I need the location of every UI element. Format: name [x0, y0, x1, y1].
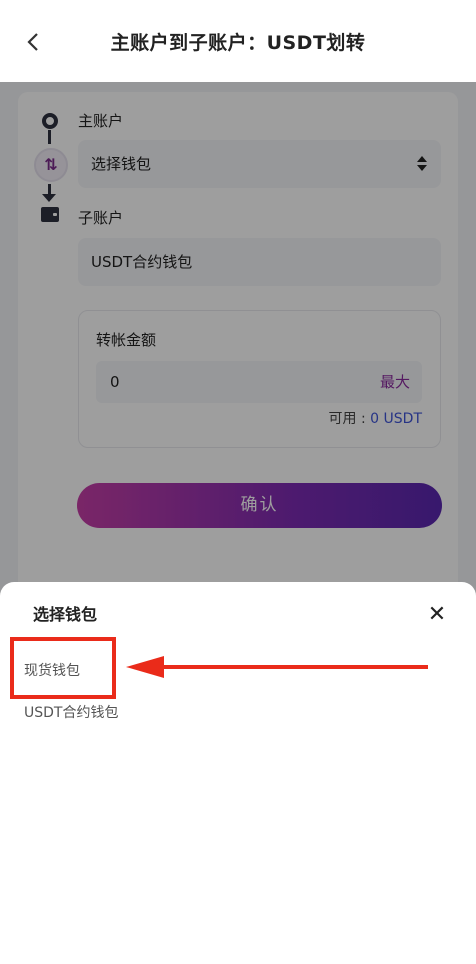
app-header: 主账户到子账户：USDT划转	[0, 0, 476, 82]
arrow-left-icon	[126, 656, 164, 678]
highlight-box	[10, 637, 116, 699]
page-title: 主账户到子账户：USDT划转	[110, 32, 366, 54]
option-usdt-contract-wallet[interactable]: USDT合约钱包	[24, 702, 118, 722]
close-icon[interactable]: ✕	[426, 604, 448, 626]
sheet-title: 选择钱包	[33, 605, 98, 624]
annotation-arrow-line	[160, 665, 428, 669]
